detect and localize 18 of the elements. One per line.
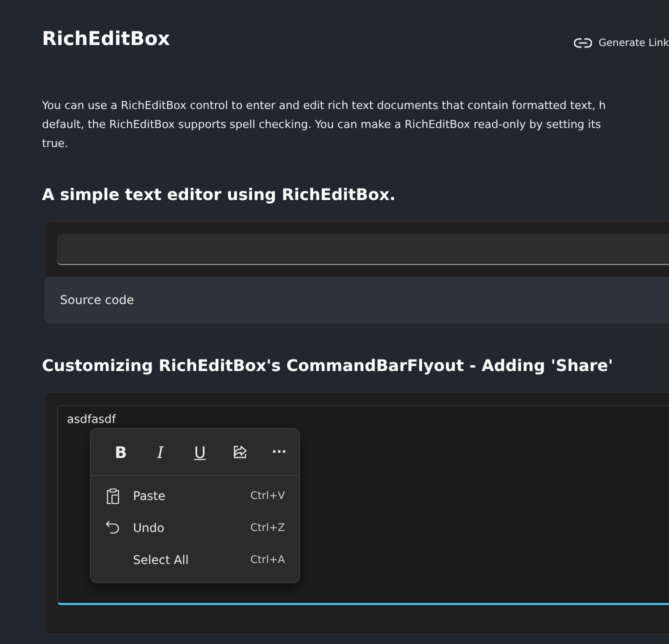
menu-item[interactable]: Select All Ctrl+A xyxy=(91,544,299,576)
section-heading: A simple text editor using RichEditBox. xyxy=(42,184,397,206)
italic-button[interactable]: I xyxy=(140,436,180,468)
menu-item[interactable]: Paste Ctrl+V xyxy=(91,480,299,512)
clipboard-icon xyxy=(105,488,121,504)
bold-button[interactable]: B xyxy=(101,436,141,468)
generate-link-button[interactable]: Generate Link xyxy=(574,37,669,49)
link-icon xyxy=(574,37,592,49)
rich-edit-box[interactable] xyxy=(57,234,669,265)
section-heading: Customizing RichEditBox's CommandBarFlyout - Adding 'Share' xyxy=(42,355,614,377)
source-code-expander[interactable]: Source code xyxy=(45,277,669,323)
page-title: RichEditBox xyxy=(42,28,171,50)
more-button[interactable]: ··· xyxy=(259,436,299,468)
menu-item[interactable]: Undo Ctrl+Z xyxy=(91,512,299,544)
share-icon xyxy=(232,444,248,460)
underline-button[interactable]: U xyxy=(180,436,220,468)
undo-icon xyxy=(105,520,121,536)
description-text: You can use a RichEditBox control to enter and edit rich text documents that contain formatted text, h default, the RichEditBox supports spell checking. You can make a RichEditBox read-only by setting its true. xyxy=(42,98,607,152)
